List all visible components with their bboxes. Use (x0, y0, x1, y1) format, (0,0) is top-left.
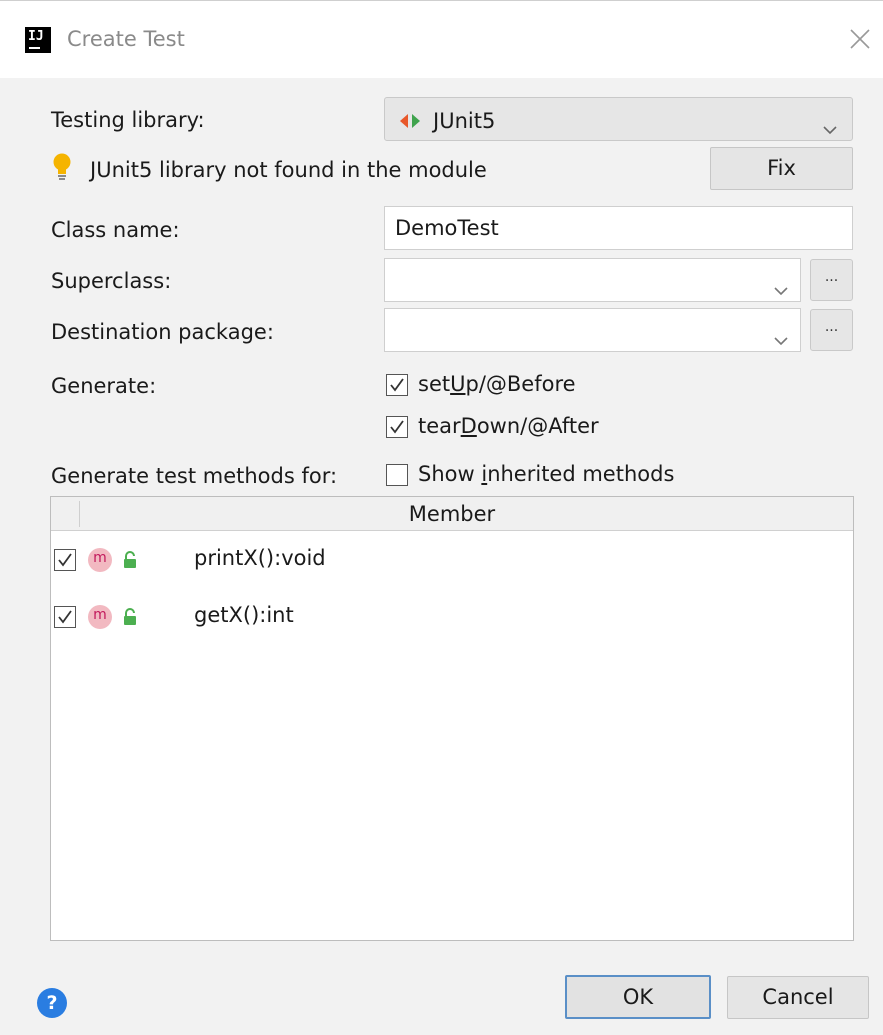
generate-label: Generate: (51, 374, 157, 398)
setup-label-post: p/@Before (465, 372, 576, 396)
fix-button[interactable]: Fix (710, 147, 853, 190)
show-inherited-pre: Show (418, 462, 482, 486)
warning-text: JUnit5 library not found in the module (90, 158, 487, 182)
member-column-header[interactable]: Member (51, 502, 853, 526)
table-row[interactable]: m getX():int (51, 592, 853, 642)
destination-package-field[interactable] (384, 308, 801, 352)
destination-package-input[interactable] (385, 309, 800, 351)
table-row[interactable]: m printX():void (51, 535, 853, 585)
setup-label[interactable]: setUp/@Before (418, 372, 576, 396)
superclass-field[interactable] (384, 258, 801, 302)
members-table[interactable]: Member m printX():void m getX():int (50, 496, 854, 941)
setup-checkbox[interactable] (386, 374, 408, 396)
testing-library-value: JUnit5 (433, 109, 496, 133)
teardown-label[interactable]: tearDown/@After (418, 414, 599, 438)
testing-library-label: Testing library: (51, 108, 205, 132)
app-icon-text: IJ (28, 29, 44, 44)
lightbulb-icon (53, 153, 71, 180)
title-bar: IJ Create Test (0, 0, 883, 78)
chevron-down-icon[interactable] (773, 277, 789, 296)
method-name: getX():int (194, 603, 294, 627)
show-inherited-label[interactable]: Show inherited methods (418, 462, 674, 486)
teardown-checkbox[interactable] (386, 416, 408, 438)
row-checkbox[interactable] (54, 549, 76, 571)
class-name-label: Class name: (51, 218, 180, 242)
methods-for-label: Generate test methods for: (51, 464, 338, 488)
window-title: Create Test (67, 27, 185, 51)
help-icon[interactable]: ? (37, 988, 67, 1018)
teardown-label-pre: tear (418, 414, 461, 438)
show-inherited-checkbox[interactable] (386, 464, 408, 486)
superclass-browse-button[interactable]: ... (810, 259, 853, 301)
public-lock-icon (124, 551, 136, 568)
teardown-label-mnemonic: D (460, 414, 477, 438)
superclass-input[interactable] (385, 259, 800, 301)
class-name-field[interactable] (384, 206, 853, 250)
dialog-content: Testing library: JUnit5 JUnit5 library n… (0, 78, 883, 1035)
setup-label-pre: set (418, 372, 451, 396)
chevron-down-icon[interactable] (773, 327, 789, 346)
close-icon[interactable] (846, 25, 874, 53)
destination-package-label: Destination package: (51, 320, 274, 344)
show-inherited-post: nherited methods (487, 462, 675, 486)
superclass-label: Superclass: (51, 269, 172, 293)
row-checkbox[interactable] (54, 606, 76, 628)
table-header: Member (51, 497, 853, 531)
ok-button[interactable]: OK (565, 975, 711, 1019)
chevron-down-icon (822, 116, 838, 135)
intellij-app-icon: IJ (25, 27, 51, 53)
teardown-label-post: own/@After (476, 414, 599, 438)
setup-label-mnemonic: U (450, 372, 466, 396)
method-icon: m (88, 605, 112, 629)
junit-icon (400, 114, 420, 128)
cancel-button[interactable]: Cancel (727, 976, 869, 1019)
public-lock-icon (124, 608, 136, 625)
destination-browse-button[interactable]: ... (810, 309, 853, 351)
testing-library-dropdown[interactable]: JUnit5 (384, 97, 853, 141)
class-name-input[interactable] (385, 207, 852, 249)
method-name: printX():void (194, 546, 326, 570)
column-divider (79, 501, 80, 527)
method-icon: m (88, 548, 112, 572)
